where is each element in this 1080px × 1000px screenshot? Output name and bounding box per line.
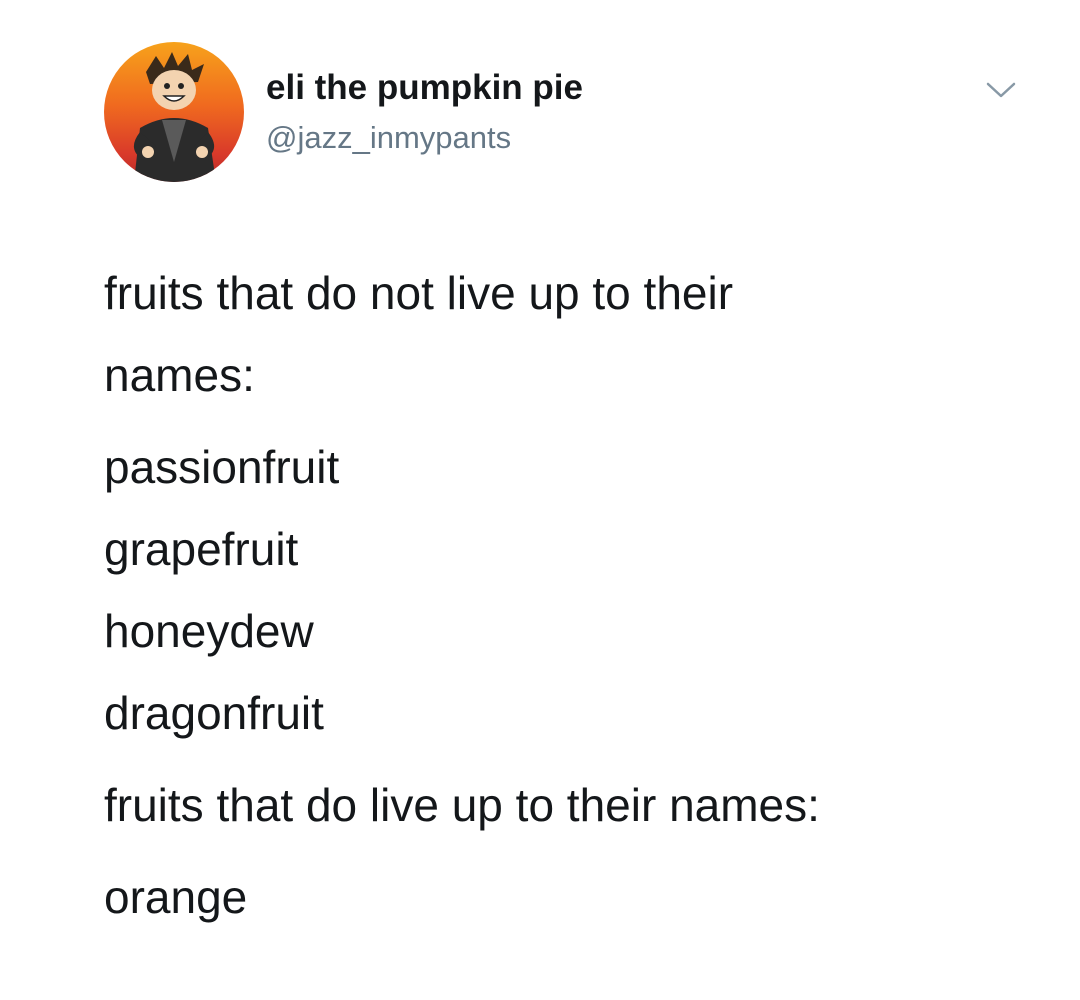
list-item: grapefruit	[104, 523, 299, 575]
author-display-name[interactable]: eli the pumpkin pie	[266, 68, 583, 108]
chevron-down-icon[interactable]	[984, 78, 1018, 102]
tweet-text-line: fruits that do not live up to their	[104, 267, 734, 319]
tweet-text: fruits that do not live up to their name…	[104, 252, 1034, 938]
author-handle[interactable]: @jazz_inmypants	[266, 120, 511, 156]
author-avatar[interactable]	[104, 42, 244, 182]
list-item: orange	[104, 871, 248, 923]
tweet-card: eli the pumpkin pie @jazz_inmypants frui…	[0, 0, 1080, 1000]
list-item: honeydew	[104, 605, 314, 657]
tweet-text-line: names:	[104, 349, 255, 401]
list-item: dragonfruit	[104, 687, 324, 739]
tweet-text-line: fruits that do live up to their names:	[104, 779, 820, 831]
avatar-image-icon	[104, 42, 244, 182]
list-item: passionfruit	[104, 441, 340, 493]
